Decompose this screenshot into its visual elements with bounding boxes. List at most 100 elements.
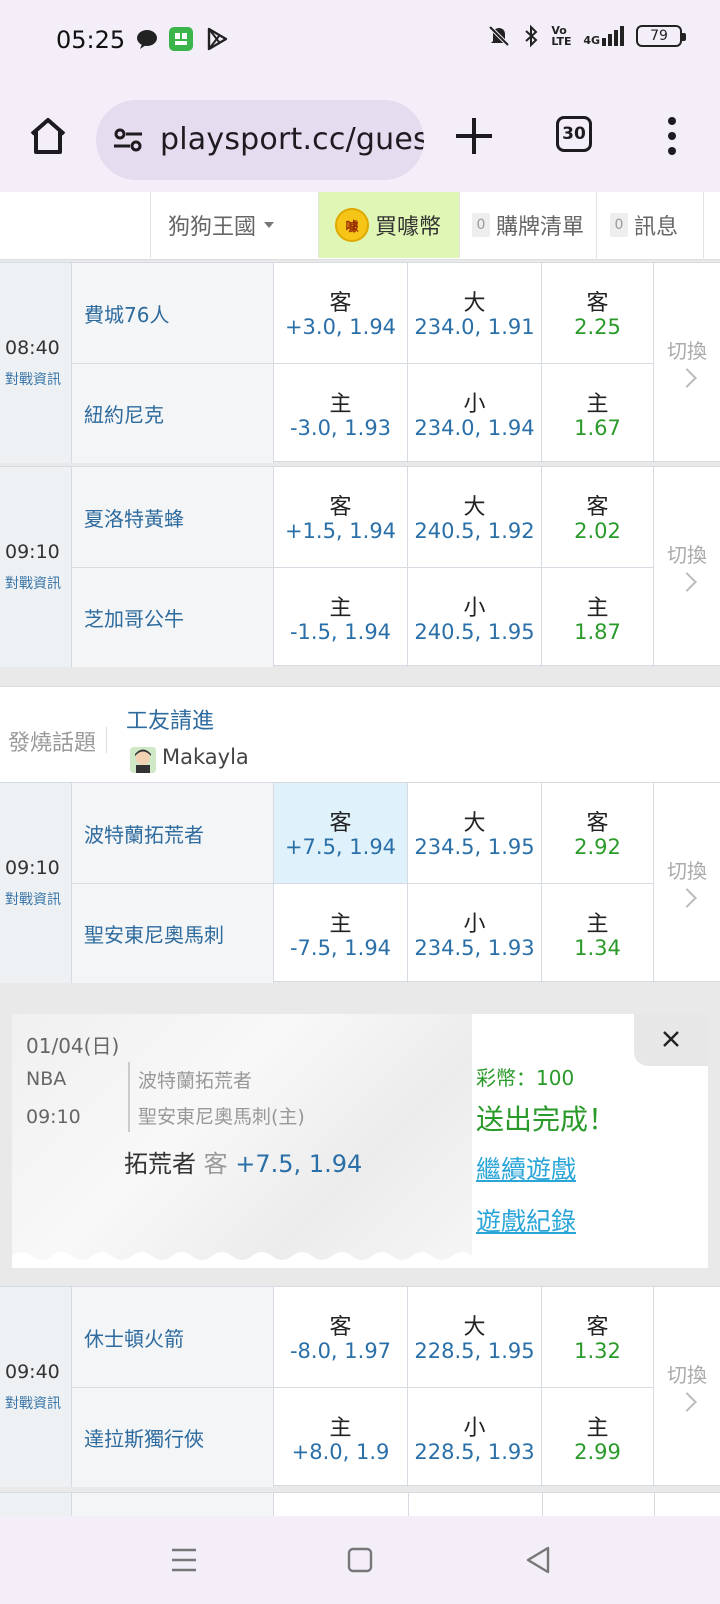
away-moneyline-cell[interactable]: 客 1.32: [542, 1287, 654, 1387]
odds-value: +8.0, 1.9: [291, 1440, 390, 1464]
side-label: 主: [329, 392, 352, 417]
away-moneyline-cell[interactable]: 客 2.02: [542, 467, 654, 567]
kingdom-menu[interactable]: 狗狗王國: [168, 192, 275, 258]
bet-pick: 拓荒者 客 +7.5, 1.94: [124, 1144, 362, 1179]
cart-label: 購牌清單: [496, 215, 585, 240]
cart-link[interactable]: 0 購牌清單: [472, 192, 584, 258]
bet-league: NBA: [26, 1068, 67, 1090]
bet-confirmation-panel: 01/04(日) NBA 09:10 波特蘭拓荒者 聖安東尼奧馬刺(主) 拓荒者…: [12, 1014, 708, 1268]
game-history-link[interactable]: 遊戲紀錄: [476, 1202, 576, 1238]
game-time: 09:10: [5, 857, 60, 879]
odds-value: 234.0, 1.94: [414, 416, 535, 440]
under-cell[interactable]: 小 234.5, 1.93: [408, 883, 542, 983]
address-bar[interactable]: playsport.cc/gues: [96, 100, 424, 180]
chevron-right-icon: [677, 888, 697, 908]
messages-link[interactable]: 0 訊息: [610, 192, 678, 258]
url-text[interactable]: playsport.cc/gues: [160, 122, 424, 157]
back-icon[interactable]: [518, 1540, 558, 1580]
over-cell[interactable]: 大 240.5, 1.92: [408, 467, 542, 567]
recent-apps-icon[interactable]: [164, 1540, 204, 1580]
cart-count: 0: [472, 213, 490, 237]
home-team[interactable]: 芝加哥公牛: [72, 567, 274, 667]
mute-icon: [488, 25, 510, 47]
odds-value: 1.34: [574, 936, 621, 960]
match-info-link[interactable]: 對戰資訊: [5, 573, 61, 593]
away-spread-cell[interactable]: 客 -8.0, 1.97: [274, 1287, 408, 1387]
buy-coin-button[interactable]: 噱 買噱幣: [319, 192, 459, 258]
side-label: 主: [586, 392, 609, 417]
odds-value: 228.5, 1.95: [414, 1339, 535, 1363]
home-spread-cell[interactable]: 主 -1.5, 1.94: [274, 567, 408, 667]
away-team[interactable]: 休士頓火箭: [72, 1287, 274, 1387]
away-team[interactable]: 波特蘭拓荒者: [72, 783, 274, 883]
buy-coin-label: 買噱幣: [375, 215, 442, 240]
over-cell[interactable]: 大 234.5, 1.95: [408, 783, 542, 883]
bet-date: 01/04(日): [26, 1034, 120, 1058]
hot-topic-link[interactable]: 工友請進: [126, 703, 214, 735]
home-spread-cell[interactable]: 主 -3.0, 1.93: [274, 363, 408, 463]
switch-button[interactable]: 切換: [654, 467, 720, 667]
home-moneyline-cell[interactable]: 主 2.99: [542, 1387, 654, 1487]
volte-indicator: Vo LTE: [551, 24, 572, 48]
bet-time: 09:10: [26, 1106, 81, 1128]
odds-value: 240.5, 1.95: [414, 620, 535, 644]
side-label: 主: [586, 912, 609, 937]
home-spread-cell[interactable]: 主 -7.5, 1.94: [274, 883, 408, 983]
side-label: 客: [329, 1315, 352, 1340]
side-label: 大: [463, 495, 486, 520]
away-moneyline-cell[interactable]: 客 2.92: [542, 783, 654, 883]
side-label: 主: [329, 596, 352, 621]
side-label: 客: [329, 811, 352, 836]
away-spread-cell[interactable]: 客 +1.5, 1.94: [274, 467, 408, 567]
away-team[interactable]: 費城76人: [72, 263, 274, 363]
game-row: 09:40 對戰資訊 休士頓火箭 達拉斯獨行俠 客 -8.0, 1.97 主 +…: [0, 1286, 720, 1487]
switch-button[interactable]: 切換: [654, 783, 720, 983]
away-spread-cell[interactable]: 客 +3.0, 1.94: [274, 263, 408, 363]
over-cell[interactable]: 大 228.5, 1.95: [408, 1287, 542, 1387]
under-cell[interactable]: 小 228.5, 1.93: [408, 1387, 542, 1487]
under-cell[interactable]: 小 240.5, 1.95: [408, 567, 542, 667]
odds-value: 240.5, 1.92: [414, 519, 535, 543]
under-cell[interactable]: 小 234.0, 1.94: [408, 363, 542, 463]
bluetooth-icon: [525, 24, 538, 48]
home-team[interactable]: 聖安東尼奧馬刺: [72, 883, 274, 983]
side-label: 客: [586, 1315, 609, 1340]
battery-icon: 79: [636, 25, 686, 47]
over-cell[interactable]: 大 234.0, 1.91: [408, 263, 542, 363]
ticket-edge: [12, 1252, 472, 1268]
match-info-link[interactable]: 對戰資訊: [5, 369, 61, 389]
home-moneyline-cell[interactable]: 主 1.34: [542, 883, 654, 983]
close-button[interactable]: [634, 1014, 708, 1066]
match-info-link[interactable]: 對戰資訊: [5, 1393, 61, 1413]
match-info-link[interactable]: 對戰資訊: [5, 889, 61, 909]
pick-odds: +7.5, 1.94: [235, 1150, 363, 1178]
messages-count: 0: [610, 213, 628, 237]
home-moneyline-cell[interactable]: 主 1.87: [542, 567, 654, 667]
away-moneyline-cell[interactable]: 客 2.25: [542, 263, 654, 363]
home-team[interactable]: 達拉斯獨行俠: [72, 1387, 274, 1487]
continue-game-link[interactable]: 繼續遊戲: [476, 1150, 576, 1186]
side-label: 客: [586, 291, 609, 316]
bet-team-away: 波特蘭拓荒者: [138, 1070, 253, 1092]
home-icon[interactable]: [24, 112, 72, 160]
web-content: 狗狗王國 噱 買噱幣 0 購牌清單 0 訊息 08:40 對戰資訊 費城76人 …: [0, 192, 720, 1516]
switch-button[interactable]: 切換: [654, 1287, 720, 1487]
home-team[interactable]: 紐約尼克: [72, 363, 274, 463]
away-team[interactable]: 夏洛特黃蜂: [72, 467, 274, 567]
side-label: 主: [329, 1416, 352, 1441]
switch-button[interactable]: 切換: [654, 263, 720, 463]
away-spread-cell-selected[interactable]: 客 +7.5, 1.94: [274, 783, 408, 883]
odds-value: 1.67: [574, 416, 621, 440]
tab-switcher-button[interactable]: 30: [556, 116, 592, 152]
hot-topic-user[interactable]: Makayla: [162, 745, 249, 769]
status-time: 05:25: [56, 26, 126, 54]
new-tab-icon[interactable]: [452, 114, 496, 158]
home-nav-icon[interactable]: [340, 1540, 380, 1580]
site-settings-icon[interactable]: [112, 126, 144, 154]
browser-toolbar: playsport.cc/gues 30: [0, 82, 720, 192]
more-icon[interactable]: [660, 112, 684, 160]
home-moneyline-cell[interactable]: 主 1.67: [542, 363, 654, 463]
messages-label: 訊息: [634, 215, 679, 240]
home-spread-cell[interactable]: 主 +8.0, 1.9: [274, 1387, 408, 1487]
bet-team-home: 聖安東尼奧馬刺(主): [138, 1106, 305, 1128]
